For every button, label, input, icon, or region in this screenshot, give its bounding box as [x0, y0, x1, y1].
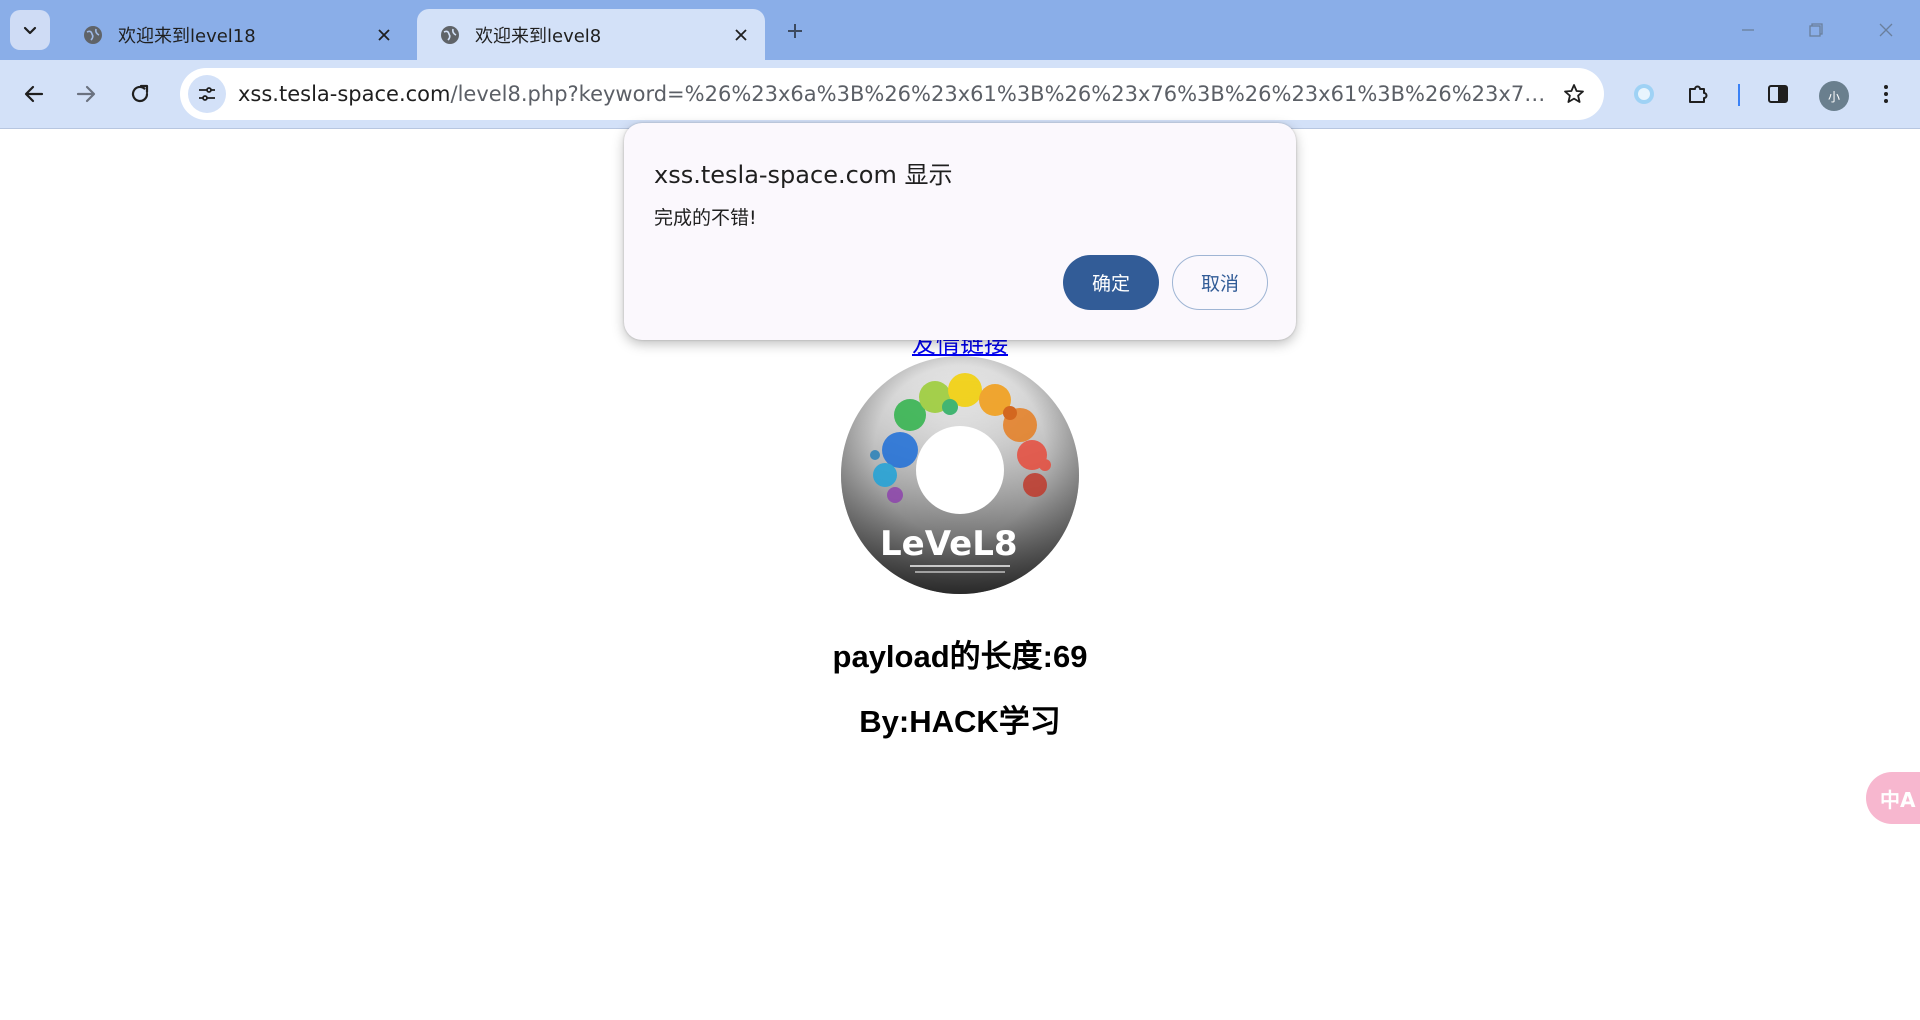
- side-panel-button[interactable]: [1758, 74, 1798, 114]
- tab-level8[interactable]: 欢迎来到level8: [417, 9, 765, 60]
- globe-icon: [84, 25, 102, 44]
- tab-search-button[interactable]: [10, 10, 50, 50]
- byline-heading: By:HACK学习: [859, 704, 1061, 739]
- close-icon[interactable]: [370, 21, 398, 49]
- translate-button[interactable]: 中A: [1866, 772, 1920, 824]
- extensions-menu-button[interactable]: [1678, 74, 1718, 114]
- level8-disc-image: LeVeL8: [841, 356, 1079, 594]
- url-text[interactable]: xss.tesla-space.com/level8.php?keyword=%…: [238, 82, 1554, 106]
- ok-button[interactable]: 确定: [1063, 255, 1159, 310]
- window-close-icon: [1879, 23, 1893, 37]
- minimize-button[interactable]: [1730, 14, 1766, 46]
- url-host: xss.tesla-space.com: [238, 82, 451, 106]
- profile-avatar[interactable]: 小: [1819, 81, 1849, 111]
- star-icon: [1564, 84, 1584, 103]
- reload-icon: [131, 84, 149, 103]
- window-close-button[interactable]: [1868, 14, 1904, 46]
- restore-icon: [1809, 23, 1823, 37]
- bookmark-button[interactable]: [1554, 74, 1594, 114]
- tab-level18[interactable]: 欢迎来到level18: [60, 9, 408, 60]
- address-bar[interactable]: xss.tesla-space.com/level8.php?keyword=%…: [180, 68, 1604, 120]
- toolbar-separator: [1738, 84, 1740, 106]
- side-panel-icon: [1768, 85, 1788, 103]
- dialog-title: xss.tesla-space.com 显示: [654, 161, 953, 189]
- back-button[interactable]: [14, 74, 54, 114]
- plus-icon: [788, 24, 802, 38]
- extension-icon: [1634, 84, 1654, 104]
- tab-title: 欢迎来到level18: [118, 25, 256, 47]
- back-icon: [24, 85, 44, 103]
- restore-button[interactable]: [1798, 14, 1834, 46]
- minimize-icon: [1742, 29, 1754, 31]
- new-tab-button[interactable]: [780, 16, 810, 46]
- reload-button[interactable]: [120, 74, 160, 114]
- forward-button[interactable]: [66, 74, 106, 114]
- dialog-message: 完成的不错!: [654, 207, 757, 229]
- site-info-button[interactable]: [188, 75, 226, 113]
- close-icon[interactable]: [727, 21, 755, 49]
- more-menu-button[interactable]: [1866, 74, 1906, 114]
- forward-icon: [76, 85, 96, 103]
- browser-toolbar: xss.tesla-space.com/level8.php?keyword=%…: [0, 60, 1920, 129]
- tab-title: 欢迎来到level8: [475, 25, 602, 47]
- chevron-down-icon: [23, 26, 37, 35]
- tune-icon: [199, 87, 215, 101]
- alert-dialog: xss.tesla-space.com 显示 完成的不错! 确定 取消: [624, 123, 1296, 340]
- disc-logo-text: LeVeL8: [880, 524, 1018, 564]
- globe-icon: [441, 25, 459, 44]
- more-icon: [1884, 85, 1888, 103]
- payload-length-heading: payload的长度:69: [832, 639, 1088, 674]
- cancel-button[interactable]: 取消: [1172, 255, 1268, 310]
- tab-strip: 欢迎来到level18 欢迎来到level8: [0, 0, 1920, 60]
- url-path: /level8.php?keyword=%26%23x6a%3B%26%23x6…: [450, 82, 1555, 106]
- puzzle-icon: [1689, 85, 1708, 103]
- extension-button[interactable]: [1624, 74, 1664, 114]
